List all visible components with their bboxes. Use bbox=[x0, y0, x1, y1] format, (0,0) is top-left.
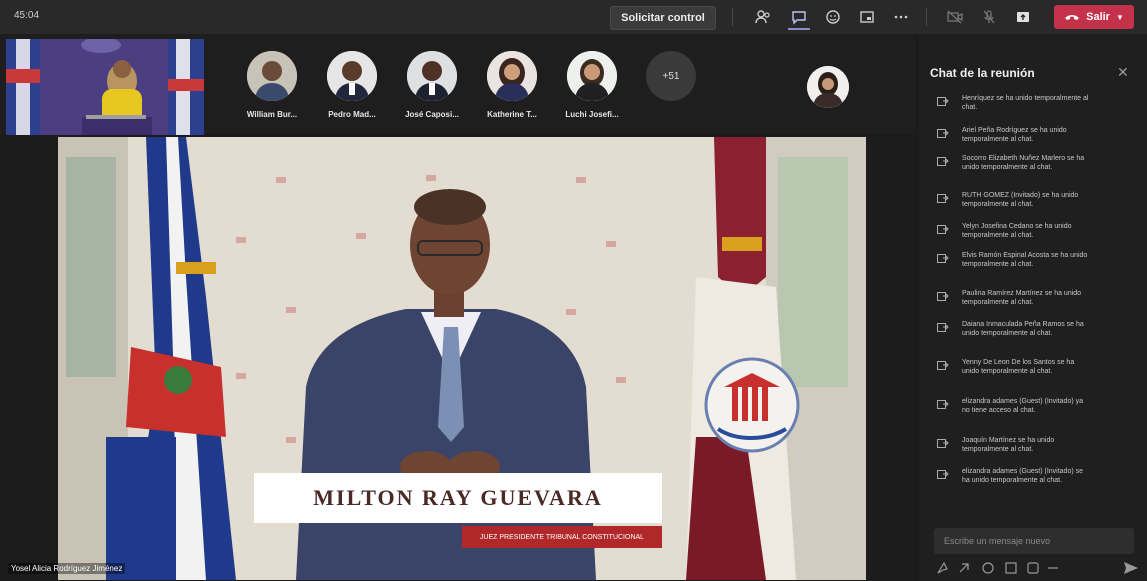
participant-tile[interactable]: Katherine T... bbox=[480, 51, 544, 119]
join-icon bbox=[937, 157, 949, 166]
join-icon bbox=[937, 361, 949, 370]
send-icon bbox=[1124, 562, 1138, 574]
participant-name: Katherine T... bbox=[487, 110, 537, 119]
join-icon bbox=[937, 470, 949, 479]
gif-icon bbox=[1005, 562, 1017, 574]
participant-name: Pedro Mad... bbox=[328, 110, 376, 119]
participant-name: William Bur... bbox=[246, 110, 298, 119]
join-icon bbox=[937, 439, 949, 448]
participant-tile[interactable]: William Bur... bbox=[240, 51, 304, 119]
camera-off-icon[interactable] bbox=[944, 6, 966, 28]
leave-button[interactable]: Salir ▼ bbox=[1054, 5, 1134, 29]
video-owner-label: Yosel Alicia Rodríguez Jiménez bbox=[8, 563, 126, 574]
leave-label: Salir bbox=[1086, 11, 1110, 23]
emoji-icon bbox=[982, 562, 994, 574]
sticker-icon bbox=[1027, 562, 1039, 574]
chevron-down-icon[interactable]: ▼ bbox=[1116, 13, 1124, 22]
join-icon bbox=[937, 225, 949, 234]
reactions-icon[interactable] bbox=[822, 6, 844, 28]
join-icon bbox=[937, 194, 949, 203]
chat-panel bbox=[919, 34, 1147, 581]
join-icon bbox=[937, 292, 949, 301]
chat-icon[interactable] bbox=[788, 6, 810, 28]
attach-icon bbox=[959, 563, 969, 573]
meeting-toolbar: 45:04 Solicitar control Salir ▼ bbox=[0, 0, 1147, 34]
join-icon bbox=[937, 254, 949, 263]
join-icon bbox=[937, 323, 949, 332]
participant-name: Luchi Josefi... bbox=[565, 110, 619, 119]
toolbar-divider bbox=[732, 8, 733, 26]
avatar bbox=[487, 51, 537, 101]
chat-title: Chat de la reunión bbox=[930, 66, 1035, 80]
participant-tile[interactable]: Pedro Mad... bbox=[320, 51, 384, 119]
share-screen-icon[interactable] bbox=[1012, 6, 1034, 28]
avatar bbox=[407, 51, 457, 101]
speaker-video-thumbnail[interactable] bbox=[6, 39, 204, 135]
avatar bbox=[567, 51, 617, 101]
mic-off-icon[interactable] bbox=[978, 6, 1000, 28]
format-icon bbox=[937, 561, 948, 574]
avatar bbox=[247, 51, 297, 101]
self-video-thumbnail[interactable] bbox=[807, 66, 849, 108]
meeting-timer: 45:04 bbox=[14, 10, 40, 21]
chat-active-indicator bbox=[788, 28, 810, 30]
rooms-icon[interactable] bbox=[856, 6, 878, 28]
request-control-button[interactable]: Solicitar control bbox=[610, 6, 716, 30]
participants-icon[interactable] bbox=[752, 6, 774, 28]
participant-name: José Caposi... bbox=[405, 110, 459, 119]
speaker-name-lower-third: MILTON RAY GUEVARA bbox=[254, 473, 662, 523]
speaker-title-lower-third: JUEZ PRESIDENTE TRIBUNAL CONSTITUCIONAL bbox=[462, 526, 662, 548]
participant-tile[interactable]: José Caposi... bbox=[400, 51, 464, 119]
chat-compose-input[interactable]: Escribe un mensaje nuevo bbox=[934, 528, 1134, 554]
more-options-icon[interactable] bbox=[890, 6, 912, 28]
participant-tile[interactable]: Luchi Josefi... bbox=[560, 51, 624, 119]
avatar bbox=[327, 51, 377, 101]
join-icon bbox=[937, 97, 949, 106]
leave-chat-icon bbox=[937, 400, 949, 409]
compose-toolbar bbox=[936, 560, 1141, 576]
phone-hangup-icon bbox=[1065, 15, 1080, 20]
join-icon bbox=[937, 129, 949, 138]
more-participants-button[interactable]: +51 bbox=[646, 51, 696, 101]
toolbar-divider bbox=[926, 8, 927, 26]
close-icon[interactable]: ✕ bbox=[1117, 64, 1129, 81]
